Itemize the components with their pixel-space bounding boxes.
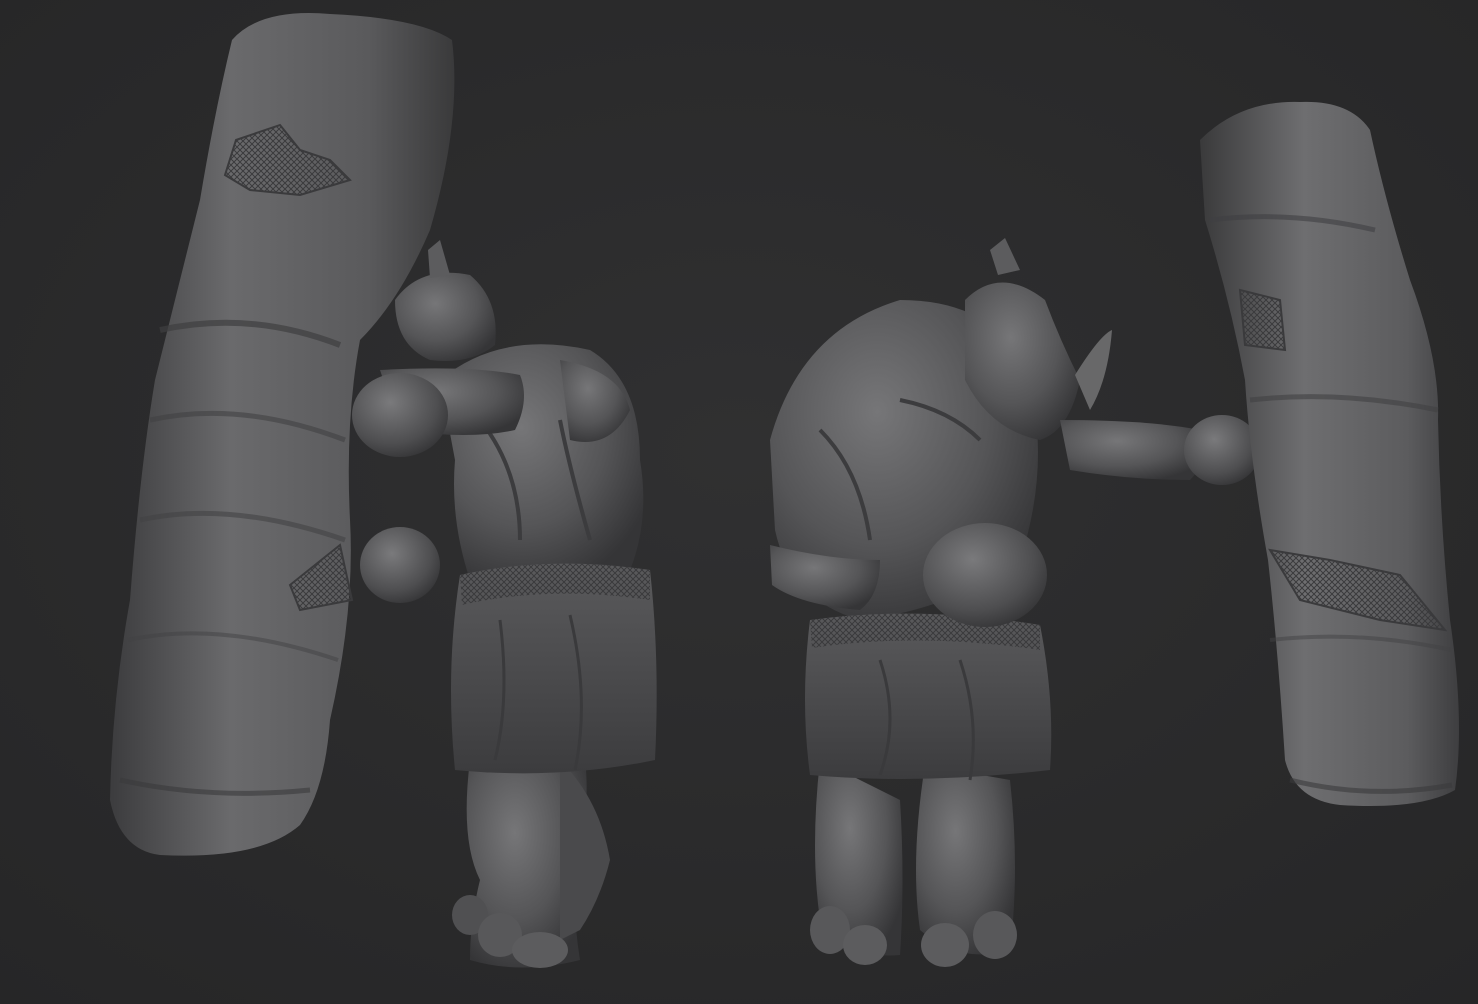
- sculpt-render: [0, 0, 1478, 1004]
- sculpt-render-canvas: [0, 0, 1478, 1004]
